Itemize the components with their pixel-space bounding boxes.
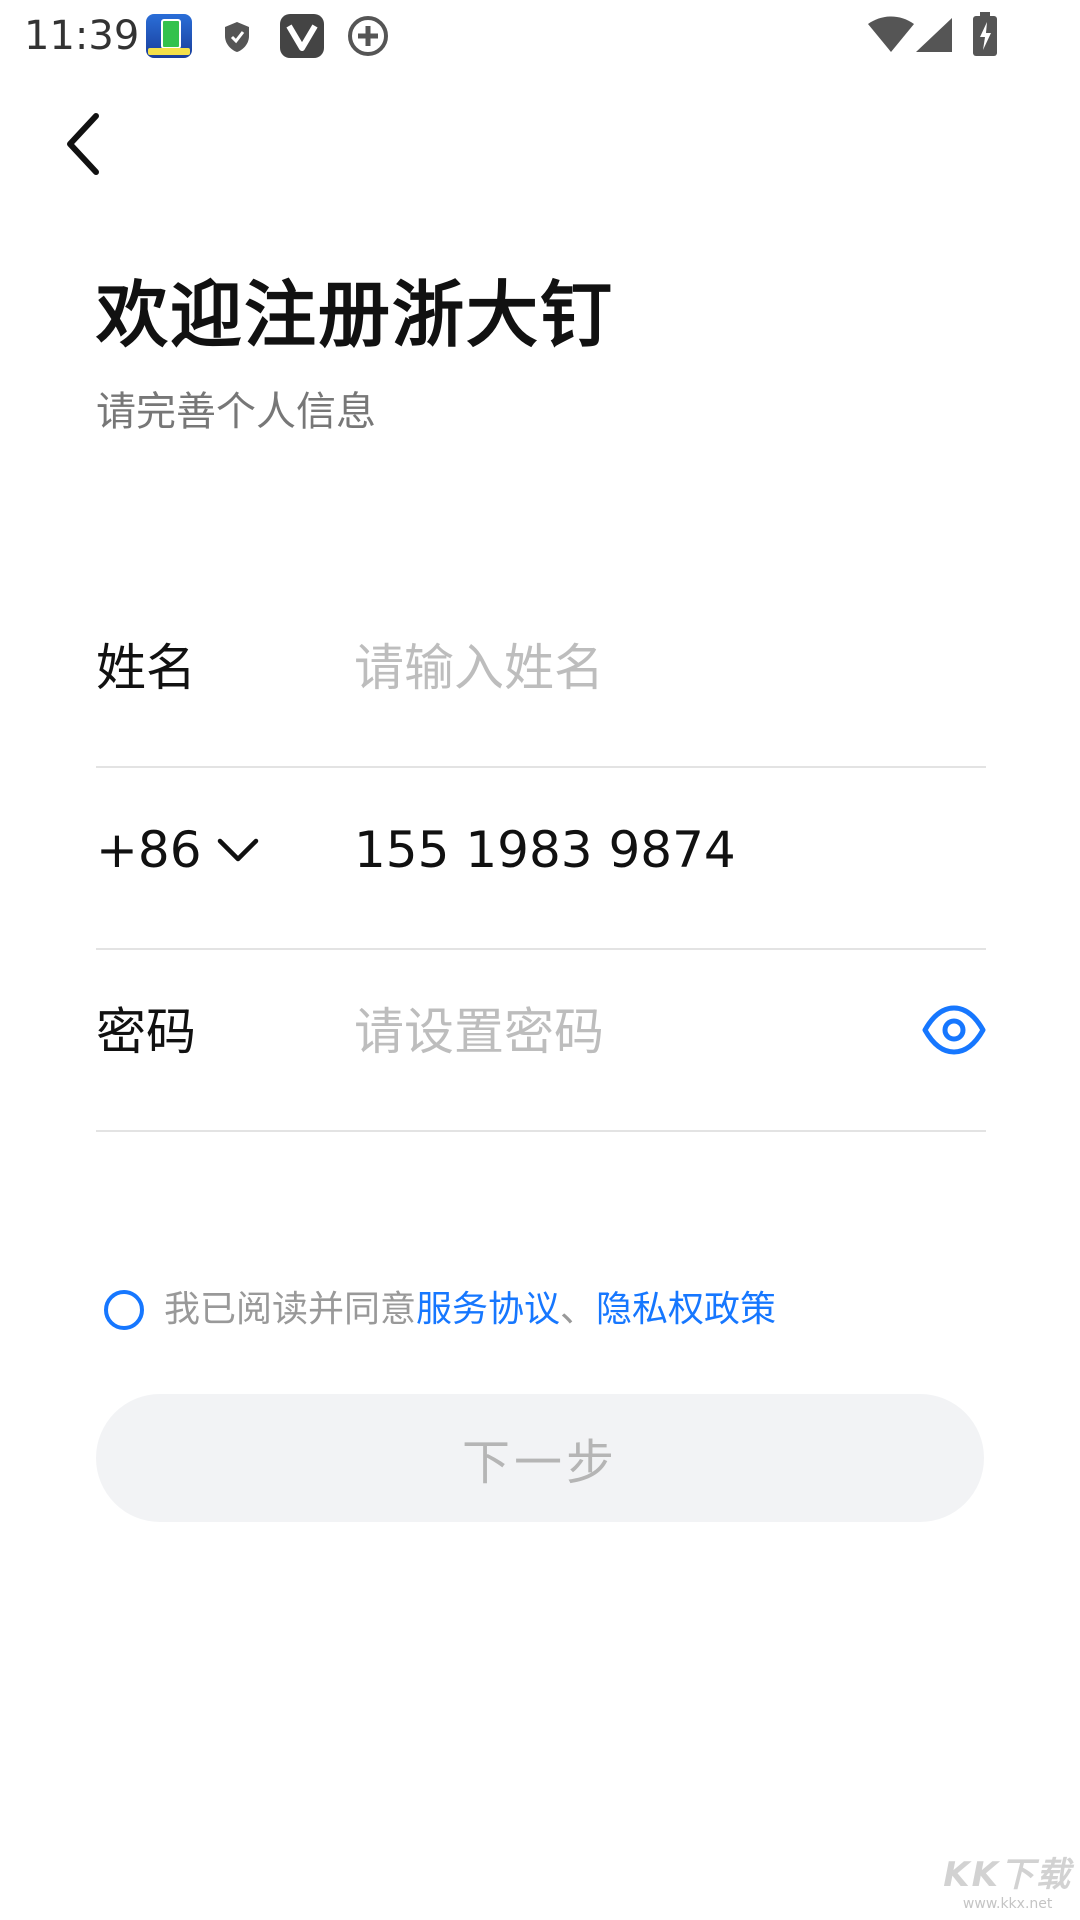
battery-charging-icon — [973, 12, 997, 56]
watermark: KK下载 www.kkx.net — [943, 1847, 1072, 1912]
shield-icon — [225, 22, 249, 52]
page-subtitle: 请完善个人信息 — [96, 389, 376, 435]
watermark-logo: KK下载 — [943, 1855, 1072, 1895]
status-time: 11:39 — [24, 13, 140, 59]
status-bar: 11:39 — [0, 0, 1080, 72]
vivaldi-icon — [280, 14, 324, 58]
signal-icon — [916, 18, 952, 52]
name-label: 姓名 — [96, 639, 196, 697]
chevron-down-icon — [217, 838, 258, 862]
wifi-icon — [868, 16, 914, 52]
chevron-left-icon — [67, 113, 99, 175]
agreement-prefix: 我已阅读并同意 — [164, 1289, 417, 1330]
country-code-selector[interactable]: +86 — [96, 818, 260, 882]
password-input[interactable] — [354, 1000, 854, 1064]
app-notification-icon — [146, 14, 192, 58]
watermark-url: www.kkx.net — [962, 1896, 1053, 1912]
add-circle-icon — [348, 16, 388, 56]
country-code: +86 — [96, 821, 202, 879]
agreement: 我已阅读并同意 服务协议 、 隐私权政策 — [104, 1286, 776, 1334]
password-label: 密码 — [96, 1003, 196, 1061]
password-visibility-toggle[interactable] — [922, 1002, 986, 1062]
back-button[interactable] — [50, 106, 120, 182]
phone-input[interactable]: 155 1983 9874 — [354, 818, 914, 882]
page-title: 欢迎注册浙大钉 — [96, 273, 615, 357]
privacy-policy-link[interactable]: 隐私权政策 — [596, 1286, 776, 1334]
next-step-button[interactable]: 下一步 — [96, 1394, 984, 1522]
name-row: 姓名 — [96, 584, 986, 768]
phone-row: +86 155 1983 9874 — [96, 766, 986, 950]
agree-checkbox[interactable] — [104, 1290, 144, 1330]
agreement-separator: 、 — [560, 1289, 597, 1330]
password-row: 密码 — [96, 948, 986, 1132]
eye-icon — [922, 1005, 986, 1055]
name-input[interactable] — [354, 636, 914, 700]
service-agreement-link[interactable]: 服务协议 — [416, 1286, 560, 1334]
